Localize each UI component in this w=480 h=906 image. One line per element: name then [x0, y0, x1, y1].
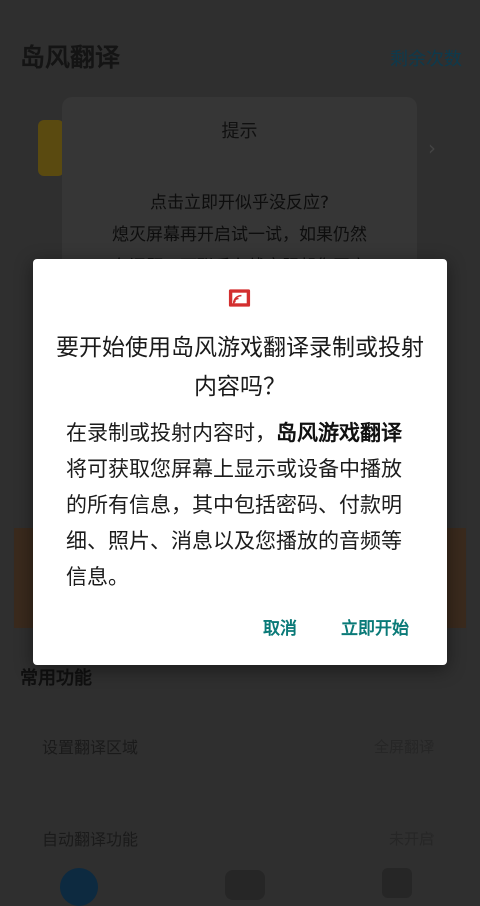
bottom-nav-profile-icon[interactable]: [382, 868, 412, 898]
screen-capture-dialog: 要开始使用岛风游戏翻译录制或投射内容吗？ 在录制或投射内容时，岛风游戏翻译将可获…: [33, 259, 447, 665]
cast-screen-icon: [228, 289, 251, 307]
section-title: 常用功能: [20, 668, 92, 689]
settings-row-area-label[interactable]: 设置翻译区域: [42, 734, 138, 758]
app-title: 岛风翻译: [20, 43, 121, 72]
cancel-button[interactable]: 取消: [263, 614, 297, 639]
settings-row-auto-label[interactable]: 自动翻译功能: [42, 826, 138, 850]
bottom-nav-home-icon[interactable]: [60, 868, 98, 906]
chevron-right-icon: ›: [428, 825, 436, 846]
banner-card[interactable]: [38, 120, 64, 176]
dialog-body-suffix: 将可获取您屏幕上显示或设备中播放的所有信息，其中包括密码、付款明细、照片、消息以…: [66, 457, 402, 589]
tip-dialog-line: 熄灭屏幕再开启试一试，如果仍然: [112, 225, 367, 245]
chevron-right-icon: ›: [428, 733, 436, 754]
dialog-body-app-name: 岛风游戏翻译: [276, 421, 402, 445]
bottom-nav-center-icon[interactable]: [225, 870, 265, 900]
dialog-body-prefix: 在录制或投射内容时，: [66, 421, 276, 445]
tip-dialog-title: 提示: [221, 121, 258, 142]
settings-row-area-value: 全屏翻译: [373, 738, 434, 756]
dialog-body: 在录制或投射内容时，岛风游戏翻译将可获取您屏幕上显示或设备中播放的所有信息，其中…: [66, 415, 418, 595]
chevron-right-icon: ›: [428, 136, 436, 160]
start-now-button[interactable]: 立即开始: [341, 614, 409, 639]
tip-dialog-line: 点击立即开似乎没反应?: [149, 193, 330, 213]
dialog-title: 要开始使用岛风游戏翻译录制或投射内容吗？: [56, 335, 424, 400]
promo-panel-right: [446, 528, 466, 628]
remaining-count-link[interactable]: 剩余次数: [390, 45, 462, 71]
